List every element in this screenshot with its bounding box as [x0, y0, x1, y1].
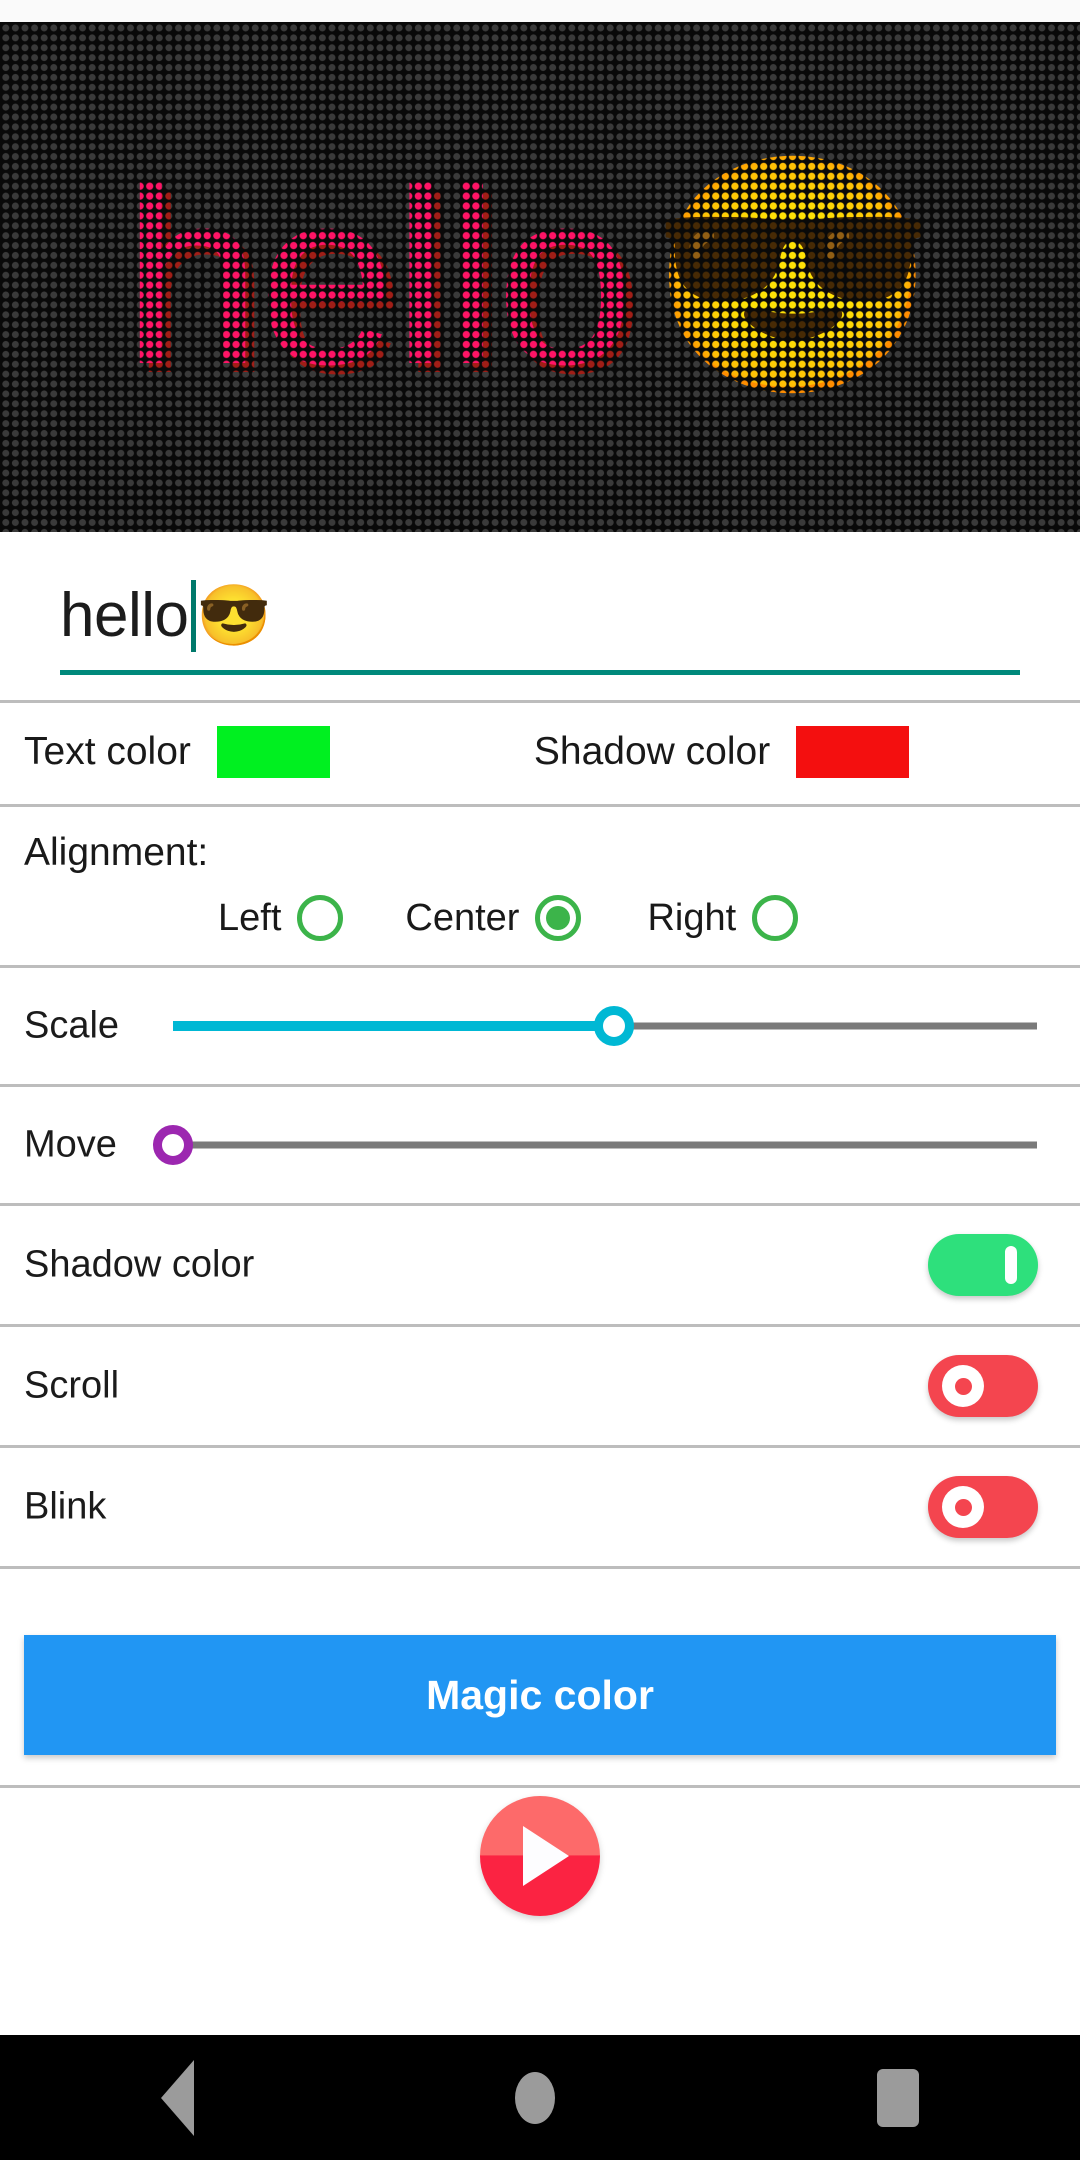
slider-row-move: Move [0, 1087, 1080, 1203]
alignment-option-left[interactable]: Left [218, 895, 344, 941]
toggle-scroll[interactable] [928, 1355, 1038, 1417]
app-root: hello 😎 hello 😎 Text color Shadow color … [0, 0, 1080, 2160]
toggle-row-blink: Blink [0, 1448, 1080, 1566]
text-caret [190, 580, 196, 652]
colors-row: Text color Shadow color [0, 700, 1080, 804]
toggle-shadow-color[interactable] [928, 1234, 1038, 1296]
home-circle-icon[interactable] [515, 2071, 556, 2124]
toggle-row-scroll: Scroll [0, 1327, 1080, 1445]
toggle-row-shadow-color: Shadow color [0, 1206, 1080, 1324]
slider-fill-scale [173, 1021, 614, 1031]
slider-track-move[interactable] [153, 1122, 1037, 1168]
text-input-value: hello [60, 581, 189, 650]
text-input-underline [60, 670, 1020, 675]
alignment-option-right[interactable]: Right [647, 895, 799, 941]
text-color-picker[interactable]: Text color [24, 726, 330, 778]
shadow-color-swatch[interactable] [796, 726, 910, 778]
alignment-options: Left Center Right [0, 895, 1080, 941]
toggle-label-shadow-color: Shadow color [24, 1243, 255, 1286]
shadow-color-label: Shadow color [533, 730, 771, 773]
radio-right[interactable] [752, 895, 799, 941]
slider-row-scale: Scale [0, 968, 1080, 1084]
radio-center[interactable] [535, 895, 582, 941]
shadow-color-picker[interactable]: Shadow color [533, 726, 910, 778]
led-preview-panel[interactable]: hello 😎 [0, 22, 1080, 532]
alignment-label-right: Right [647, 896, 737, 939]
text-color-label: Text color [24, 730, 191, 773]
slider-label-move: Move [24, 1123, 117, 1166]
android-navbar [0, 2035, 1080, 2160]
status-strip [0, 0, 1080, 22]
toggle-knob-on-icon [1005, 1246, 1017, 1284]
recents-square-icon[interactable] [877, 2068, 920, 2127]
led-preview-content: hello 😎 [0, 22, 1080, 532]
radio-left[interactable] [297, 895, 344, 941]
alignment-row: Alignment: Left Center Right [0, 807, 1080, 967]
led-preview-emoji: 😎 [648, 147, 938, 406]
back-triangle-icon[interactable] [160, 2059, 194, 2136]
toggle-knob-off-icon-blink [942, 1486, 984, 1528]
magic-color-button[interactable]: Magic color [24, 1635, 1056, 1755]
alignment-title: Alignment: [24, 831, 209, 874]
text-input-field[interactable]: hello 😎 [60, 560, 1020, 672]
text-input-emoji: 😎 [196, 582, 272, 649]
alignment-option-center[interactable]: Center [405, 895, 582, 941]
slider-thumb-scale[interactable] [593, 1006, 634, 1046]
alignment-label-center: Center [405, 896, 520, 939]
text-input-zone[interactable]: hello 😎 [0, 532, 1080, 700]
slider-track-scale[interactable] [173, 1003, 1037, 1049]
slider-thumb-move[interactable] [153, 1125, 193, 1165]
slider-label-scale: Scale [24, 1004, 120, 1047]
toggle-label-blink: Blink [24, 1485, 107, 1528]
divider-magic-top [0, 1566, 1080, 1569]
slider-track-bg-move [173, 1141, 1037, 1149]
alignment-label-left: Left [218, 896, 282, 939]
play-icon [523, 1826, 569, 1886]
toggle-label-scroll: Scroll [24, 1364, 120, 1407]
play-button[interactable] [480, 1796, 600, 1916]
play-zone [0, 1788, 1080, 1948]
toggle-knob-off-icon [942, 1365, 984, 1407]
magic-color-zone: Magic color [0, 1625, 1080, 1785]
toggle-blink[interactable] [928, 1476, 1038, 1538]
text-color-swatch[interactable] [216, 726, 330, 778]
led-preview-text: hello [122, 137, 634, 416]
